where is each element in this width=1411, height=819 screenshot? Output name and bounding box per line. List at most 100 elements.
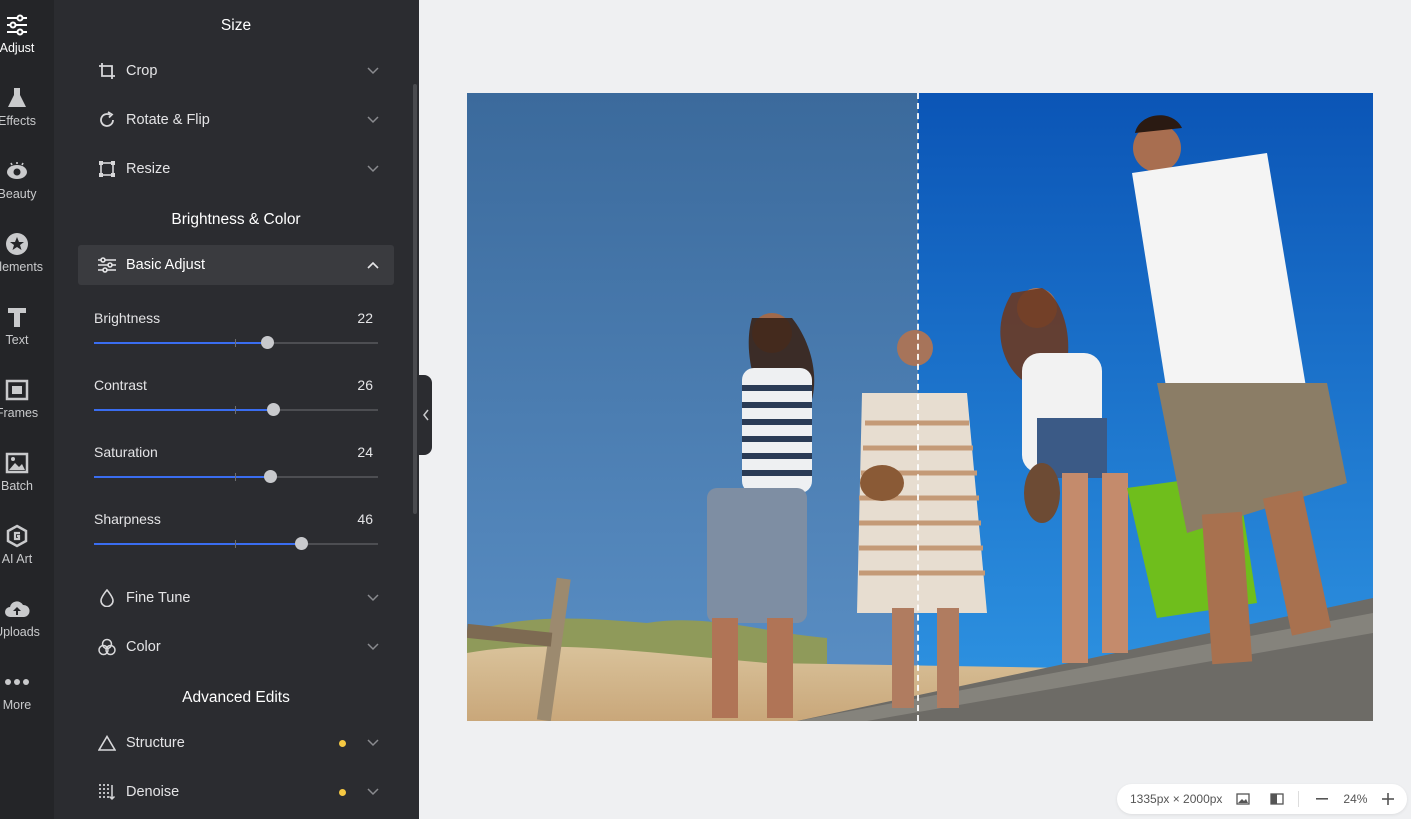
slider-thumb[interactable]: [261, 336, 275, 349]
slider-fill: [94, 409, 273, 411]
sharpness-label: Sharpness: [94, 511, 161, 527]
rail-label: Frames: [0, 406, 39, 420]
frame-icon: [4, 377, 30, 403]
slider-center-tick: [235, 473, 236, 481]
ai-art-icon: [4, 523, 30, 549]
rail-label: Beauty: [0, 187, 37, 201]
photo-canvas[interactable]: [467, 93, 1373, 721]
denoise-icon: [96, 781, 118, 803]
zoom-in-icon[interactable]: [1379, 790, 1397, 808]
rotate-flip-row[interactable]: Rotate & Flip: [78, 100, 394, 140]
chevron-down-icon: [366, 113, 380, 127]
rail-label: Uploads: [0, 625, 40, 639]
rail-item-frames[interactable]: Frames: [0, 365, 42, 435]
rotate-flip-label: Rotate & Flip: [126, 112, 210, 128]
chevron-down-icon: [366, 162, 380, 176]
cloud-upload-icon: [4, 596, 30, 622]
text-icon: [4, 304, 30, 330]
slider-thumb[interactable]: [295, 537, 309, 550]
sharpness-slider[interactable]: [94, 537, 378, 550]
structure-row[interactable]: Structure: [78, 723, 394, 763]
triangle-icon: [96, 732, 118, 754]
section-title-advanced-edits: Advanced Edits: [182, 689, 290, 706]
adjust-panel: Size Crop Rotate & Flip Resize Brightnes…: [54, 0, 419, 819]
status-bar: 1335px × 2000px 24%: [1117, 784, 1407, 814]
status-divider: [1298, 791, 1300, 807]
rail-item-effects[interactable]: Effects: [0, 73, 42, 143]
section-title-brightness-color: Brightness & Color: [171, 211, 301, 228]
rail-item-beauty[interactable]: Beauty: [0, 146, 42, 216]
brightness-value: 22: [357, 310, 373, 326]
droplet-icon: [96, 587, 118, 609]
resize-row[interactable]: Resize: [78, 149, 394, 189]
rail-item-uploads[interactable]: Uploads: [0, 584, 42, 654]
zoom-out-icon[interactable]: [1313, 790, 1331, 808]
rail-item-ai-art[interactable]: AI Art: [0, 511, 42, 581]
slider-thumb[interactable]: [264, 470, 278, 483]
brightness-slider[interactable]: [94, 336, 378, 349]
slider-center-tick: [235, 406, 236, 414]
rail-label: AI Art: [1, 552, 33, 566]
sliders-icon: [4, 12, 30, 38]
color-label: Color: [126, 639, 161, 655]
chevron-down-icon: [366, 785, 380, 799]
crop-icon: [96, 60, 118, 82]
crop-label: Crop: [126, 63, 158, 79]
chevron-down-icon: [366, 591, 380, 605]
collapse-panel-button[interactable]: [419, 375, 432, 455]
fine-tune-row[interactable]: Fine Tune: [78, 578, 394, 618]
rail-label: Effects: [0, 114, 36, 128]
fine-tune-label: Fine Tune: [126, 590, 191, 606]
basic-adjust-label: Basic Adjust: [126, 257, 205, 273]
resize-label: Resize: [126, 161, 171, 177]
photo-image: [467, 93, 1373, 721]
basic-adjust-row[interactable]: Basic Adjust: [78, 245, 394, 285]
image-icon[interactable]: [1234, 790, 1252, 808]
color-row[interactable]: Color: [78, 627, 394, 667]
compare-icon[interactable]: [1268, 790, 1286, 808]
chevron-up-icon: [366, 258, 380, 272]
rail-item-more[interactable]: More: [0, 657, 42, 727]
contrast-value: 26: [357, 377, 373, 393]
sharpness-value: 46: [357, 511, 373, 527]
rail-label: Batch: [1, 479, 33, 493]
rail-label: Text: [5, 333, 29, 347]
rail-item-adjust[interactable]: Adjust: [0, 0, 42, 70]
slider-fill: [94, 543, 302, 545]
contrast-label: Contrast: [94, 377, 147, 393]
slider-fill: [94, 342, 268, 344]
rail-item-text[interactable]: Text: [0, 292, 42, 362]
contrast-slider[interactable]: [94, 403, 378, 416]
more-icon: [4, 669, 30, 695]
rotate-icon: [96, 109, 118, 131]
image-dimensions: 1335px × 2000px: [1130, 792, 1223, 806]
panel-scrollbar[interactable]: [413, 84, 417, 514]
saturation-slider[interactable]: [94, 470, 378, 483]
rail-label: Adjust: [0, 41, 35, 55]
rail-item-elements[interactable]: Elements: [0, 219, 44, 289]
sliders-icon: [96, 254, 118, 276]
images-icon: [4, 450, 30, 476]
eye-icon: [4, 158, 30, 184]
tool-rail: Adjust Effects Beauty Elements Text Fram…: [0, 0, 54, 819]
status-dot: [339, 739, 346, 747]
flask-icon: [4, 85, 30, 111]
slider-fill: [94, 476, 271, 478]
zoom-level: 24%: [1343, 792, 1368, 806]
denoise-label: Denoise: [126, 784, 180, 800]
color-circles-icon: [96, 636, 118, 658]
slider-center-tick: [235, 540, 236, 548]
section-title-size: Size: [220, 17, 252, 34]
chevron-left-icon: [422, 409, 429, 421]
crop-row[interactable]: Crop: [78, 51, 394, 91]
structure-label: Structure: [126, 735, 185, 751]
compare-divider[interactable]: [917, 93, 919, 721]
star-icon: [4, 231, 30, 257]
chevron-down-icon: [366, 640, 380, 654]
status-dot: [339, 788, 346, 796]
rail-item-batch[interactable]: Batch: [0, 438, 42, 508]
rail-label: More: [2, 698, 32, 712]
slider-thumb[interactable]: [266, 403, 280, 416]
denoise-row[interactable]: Denoise: [78, 772, 394, 812]
rail-label: Elements: [0, 260, 44, 274]
